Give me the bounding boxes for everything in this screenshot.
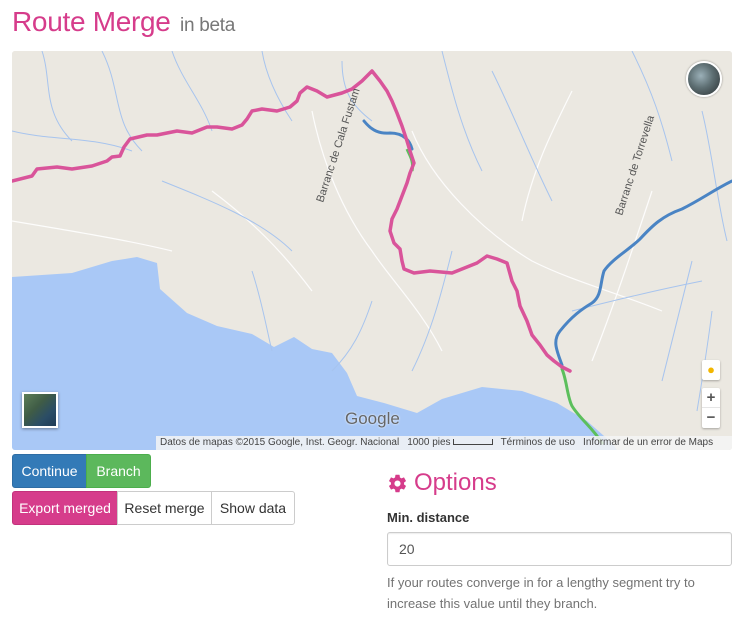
min-distance-label: Min. distance <box>387 510 470 525</box>
beta-badge: in beta <box>180 15 235 36</box>
scale-bar <box>452 439 493 446</box>
min-distance-help-text: If your routes converge in for a lengthy… <box>387 575 695 611</box>
map-scale-label: 1000 pies <box>407 437 451 448</box>
min-distance-input[interactable] <box>387 532 732 566</box>
terms-link[interactable]: Términos de uso <box>497 437 579 448</box>
user-avatar[interactable] <box>686 61 722 97</box>
app-name: Route Merge <box>12 6 171 37</box>
map-data-attribution: Datos de mapas ©2015 Google, Inst. Geogr… <box>160 437 400 448</box>
zoom-in-button[interactable]: + <box>702 388 720 408</box>
gear-icon <box>389 474 406 492</box>
show-data-button[interactable]: Show data <box>211 491 295 525</box>
zoom-out-button[interactable]: − <box>702 408 720 428</box>
reset-merge-button[interactable]: Reset merge <box>117 491 212 525</box>
continue-button[interactable]: Continue <box>12 454 87 488</box>
map-scale[interactable]: 1000 pies <box>403 437 496 448</box>
map-canvas[interactable]: Barranc de Cala Fustam Barranc de Torrev… <box>12 51 732 450</box>
street-view-pegman-icon[interactable]: ● <box>702 360 720 380</box>
satellite-toggle-thumbnail[interactable] <box>22 392 58 428</box>
map-attribution-bar: Datos de mapas ©2015 Google, Inst. Geogr… <box>156 436 732 450</box>
options-heading: Options <box>387 469 497 497</box>
route-map[interactable]: Barranc de Cala Fustam Barranc de Torrev… <box>12 51 732 450</box>
google-logo: Google <box>345 409 400 428</box>
report-error-link[interactable]: Informar de un error de Maps <box>579 437 717 448</box>
branch-button[interactable]: Branch <box>86 454 151 488</box>
export-merged-button[interactable]: Export merged <box>12 491 118 525</box>
page-title: Route Merge in beta <box>12 6 235 38</box>
options-heading-label: Options <box>414 469 497 496</box>
zoom-control: + − <box>702 388 720 428</box>
